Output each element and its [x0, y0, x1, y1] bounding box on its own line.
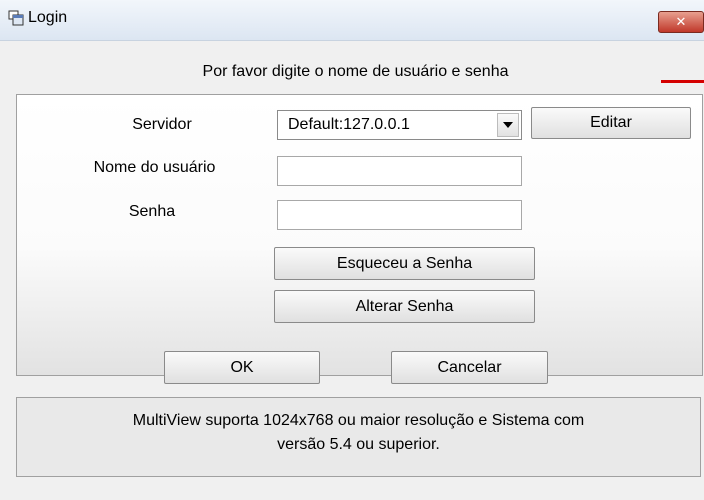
server-select[interactable]: Default:127.0.0.1	[277, 110, 522, 140]
close-icon: ✕	[675, 14, 687, 29]
info-text-line-2: versão 5.4 ou superior.	[277, 436, 440, 453]
title-bar: Login ✕	[0, 0, 704, 41]
server-select-value: Default:127.0.0.1	[288, 116, 410, 133]
login-form-group: Servidor Default:127.0.0.1 Editar Nome d…	[16, 94, 703, 376]
username-label: Nome do usuário	[93, 159, 216, 176]
info-panel: MultiView suporta 1024x768 ou maior reso…	[16, 397, 701, 477]
login-window: Login ✕ Por favor digite o nome de usuár…	[0, 0, 704, 500]
password-field[interactable]	[277, 200, 522, 230]
window-title: Login	[28, 9, 68, 26]
server-label: Servidor	[132, 116, 192, 133]
forgot-password-button[interactable]: Esqueceu a Senha	[274, 247, 535, 280]
username-field[interactable]	[277, 156, 522, 186]
dialog-body: Por favor digite o nome de usuário e sen…	[7, 41, 704, 500]
close-button[interactable]: ✕	[658, 11, 704, 33]
change-password-button[interactable]: Alterar Senha	[274, 290, 535, 323]
chevron-down-icon[interactable]	[497, 113, 519, 137]
app-window-icon	[8, 10, 24, 26]
annotation-pointer-line	[661, 80, 704, 83]
info-text-line-1: MultiView suporta 1024x768 ou maior reso…	[132, 412, 585, 429]
instruction-text: Por favor digite o nome de usuário e sen…	[202, 63, 509, 80]
cancel-button[interactable]: Cancelar	[391, 351, 548, 384]
ok-button[interactable]: OK	[164, 351, 320, 384]
password-label: Senha	[128, 203, 176, 220]
edit-button[interactable]: Editar	[531, 107, 691, 139]
